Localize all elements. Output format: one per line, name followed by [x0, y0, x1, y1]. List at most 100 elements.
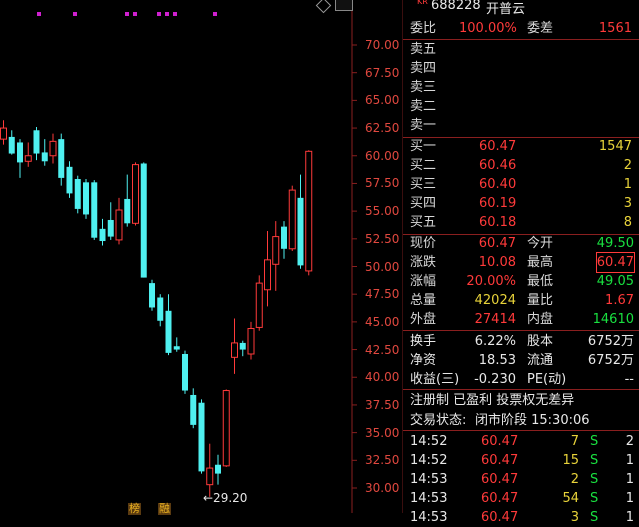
- candle-body[interactable]: [206, 467, 214, 486]
- candle-body[interactable]: [124, 198, 131, 224]
- tick-time: 14:53: [410, 491, 448, 506]
- buy-order-price: 60.18: [479, 215, 517, 230]
- quote-label: 内盘: [527, 312, 554, 327]
- candle-body[interactable]: [215, 464, 221, 474]
- candle-body[interactable]: [288, 189, 296, 250]
- candle-body[interactable]: [83, 182, 89, 215]
- weibi-row: 委比 100.00% 委差 1561: [403, 19, 639, 38]
- stat-label: 换手: [410, 334, 437, 349]
- candle-body[interactable]: [49, 140, 57, 157]
- quote-label: 现价: [410, 236, 437, 251]
- signal-marker: [165, 12, 169, 16]
- weicha-value: 1561: [598, 21, 632, 36]
- candle-body[interactable]: [66, 166, 73, 194]
- y-axis-tick-label: 45.00: [365, 314, 400, 329]
- signal-marker: [157, 12, 161, 16]
- buy-order-label: 买二: [410, 158, 437, 173]
- candle-body[interactable]: [132, 164, 139, 224]
- tick-volume: 54: [562, 491, 579, 506]
- candle-body[interactable]: [8, 136, 15, 154]
- quote-label: 最高: [527, 255, 554, 270]
- candle-body[interactable]: [190, 394, 197, 425]
- tick-count: 1: [625, 491, 634, 506]
- buy-order-volume: 8: [623, 215, 632, 230]
- y-axis-tick-label: 40.00: [365, 370, 400, 385]
- quote-label: 总量: [410, 293, 437, 308]
- candle-body[interactable]: [264, 259, 271, 291]
- tick-time: 14:53: [410, 510, 448, 525]
- quote-row: 总量 42024 量比 1.67: [403, 291, 639, 310]
- candle-body[interactable]: [173, 346, 180, 350]
- candle-body[interactable]: [115, 209, 123, 241]
- quote-panel: KR 688228 开普云 委比 100.00% 委差 1561 卖五 卖四 卖三卖…: [402, 0, 639, 525]
- candle-body[interactable]: [305, 150, 313, 272]
- candle-body[interactable]: [272, 236, 280, 265]
- y-axis-tick-label: 37.50: [365, 397, 400, 412]
- quote-value: 20.00%: [466, 274, 516, 289]
- tick-side: S: [590, 434, 599, 449]
- tick-volume: 3: [570, 510, 579, 525]
- y-axis-tick-label: 42.50: [365, 342, 400, 357]
- tick-time: 14:53: [410, 472, 448, 487]
- candle-body[interactable]: [281, 226, 287, 249]
- candle-body[interactable]: [157, 297, 164, 321]
- candle-body[interactable]: [239, 342, 246, 350]
- sell-order-label: 卖四: [410, 61, 437, 76]
- tick-row: 14:53 60.47 2 S 1: [403, 470, 639, 489]
- candle-body[interactable]: [140, 163, 147, 278]
- candle-body[interactable]: [182, 353, 188, 391]
- signal-marker: [173, 12, 177, 16]
- buy-order-volume: 1547: [598, 139, 632, 154]
- candle-body[interactable]: [58, 139, 65, 178]
- sell-order-row: 卖三: [403, 78, 639, 97]
- quote-value: 10.08: [478, 255, 516, 270]
- scroll-button[interactable]: [335, 0, 353, 11]
- candle-body[interactable]: [255, 282, 263, 328]
- sell-order-row: 卖一: [403, 116, 639, 135]
- flags-text: 注册制 已盈利 投票权无差异: [410, 393, 575, 408]
- candle-body[interactable]: [165, 310, 172, 353]
- stat-value: 18.53: [478, 353, 516, 368]
- candle-body[interactable]: [107, 219, 114, 237]
- buy-order-label: 买一: [410, 139, 437, 154]
- quote-value: 14610: [592, 312, 634, 327]
- candle-body[interactable]: [198, 402, 205, 472]
- quote-label: 最低: [527, 274, 554, 289]
- tick-count: 2: [625, 434, 634, 449]
- tick-count: 1: [625, 472, 634, 487]
- y-axis-tick-label: 67.50: [365, 65, 400, 80]
- candle-body[interactable]: [222, 390, 230, 467]
- candle-body[interactable]: [74, 179, 81, 209]
- candle-body[interactable]: [247, 328, 255, 355]
- kline-chart[interactable]: [0, 0, 402, 513]
- quote-label: 涨幅: [410, 274, 437, 289]
- tick-price: 60.47: [481, 453, 519, 468]
- candle-body[interactable]: [149, 283, 155, 308]
- candle-body[interactable]: [91, 182, 98, 238]
- tick-time: 14:52: [410, 453, 448, 468]
- candle-body[interactable]: [0, 127, 7, 140]
- status-value: 闭市阶段 15:30:06: [475, 413, 590, 428]
- candle-body[interactable]: [24, 155, 32, 162]
- kline-chart-panel[interactable]: 70.00 67.50 65.00 62.50 60.00 57.50 55.00 52.50…: [0, 0, 402, 515]
- tick-side: S: [590, 453, 599, 468]
- quote-label: 涨跌: [410, 255, 437, 270]
- candle-body[interactable]: [99, 228, 106, 242]
- signal-marker: [133, 12, 137, 16]
- stock-header: KR 688228 开普云: [403, 0, 639, 17]
- quote-row: 涨跌 10.08 最高 60.47: [403, 252, 639, 273]
- buy-order-label: 买三: [410, 177, 437, 192]
- weibi-value: 100.00%: [459, 21, 517, 36]
- candle-body[interactable]: [41, 152, 48, 162]
- candle-body[interactable]: [297, 197, 304, 266]
- candle-body[interactable]: [17, 142, 23, 163]
- candle-body[interactable]: [33, 130, 40, 154]
- board-tag: KR: [417, 0, 428, 6]
- buy-order-label: 买五: [410, 215, 437, 230]
- tick-price: 60.47: [481, 434, 519, 449]
- candle-body[interactable]: [231, 342, 238, 358]
- quote-value: 1.67: [605, 293, 634, 308]
- signal-marker: [37, 12, 41, 16]
- signal-marker: [73, 12, 77, 16]
- tick-volume: 15: [562, 453, 579, 468]
